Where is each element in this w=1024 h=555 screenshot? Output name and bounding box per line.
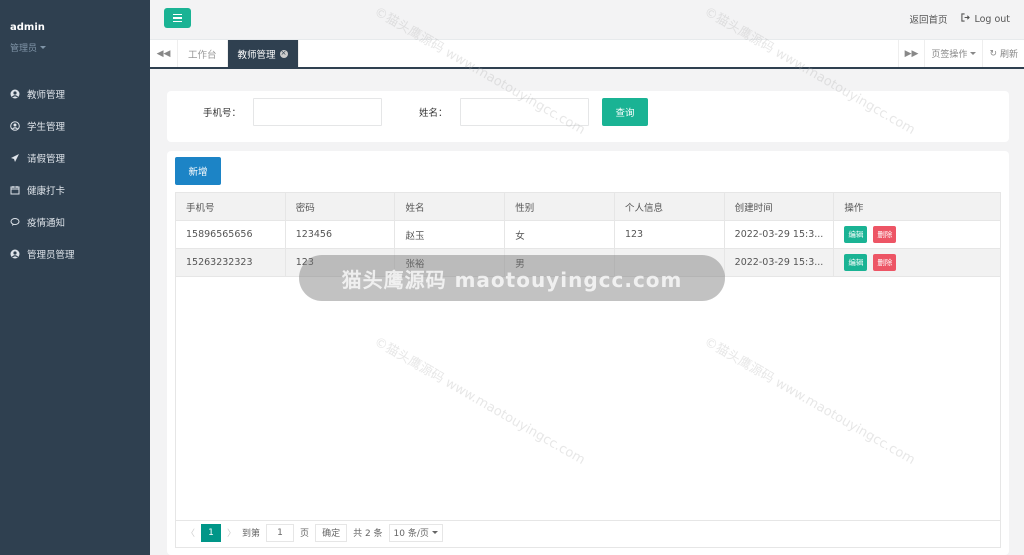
user-role-label: 管理员	[10, 44, 38, 54]
caret-down-icon	[40, 46, 47, 49]
query-button[interactable]: 查询	[602, 98, 648, 126]
current-page[interactable]: 1	[201, 523, 222, 542]
table-panel: 新增 手机号 密码 姓名 性别 个人信息 创建时间 操作 15896565656…	[167, 151, 1009, 555]
calendar-icon	[10, 185, 20, 195]
sidebar-item-label: 健康打卡	[27, 186, 66, 197]
column-header: 密码	[286, 193, 396, 220]
page-ops-dropdown[interactable]: 页签操作	[924, 40, 982, 67]
user-name: admin	[10, 22, 45, 33]
goto-confirm-button[interactable]: 确定	[315, 523, 348, 542]
watermark-banner: 猫头鹰源码 maotouyingcc.com	[299, 255, 725, 301]
column-header: 手机号	[176, 193, 286, 220]
goto-page-input[interactable]: 1	[266, 523, 295, 542]
sidebar-item-label: 教师管理	[27, 90, 66, 101]
cell-phone: 15263232323	[176, 249, 286, 276]
page-unit-label: 页	[300, 529, 310, 539]
pagination: 〈 1 〉 到第 1 页 确定 共 2 条 10 条/页	[175, 518, 1001, 548]
chevron-down-icon	[431, 531, 438, 534]
column-header: 姓名	[395, 193, 506, 220]
home-link[interactable]: 返回首页	[909, 12, 947, 26]
refresh-button[interactable]: ↻ 刷新	[982, 40, 1024, 67]
send-icon	[10, 153, 20, 163]
tab-bar: ◀◀ 工作台 教师管理 × ▶▶ 页签操作 ↻ 刷新	[150, 40, 1024, 69]
sidebar-item-teacher[interactable]: 教师管理	[0, 78, 150, 110]
column-header: 创建时间	[725, 193, 835, 220]
sidebar-item-health[interactable]: 健康打卡	[0, 174, 150, 206]
data-table: 手机号 密码 姓名 性别 个人信息 创建时间 操作 15896565656 12…	[175, 192, 1001, 521]
column-header: 性别	[505, 193, 615, 220]
user-circle-icon	[10, 249, 20, 259]
tab-label: 教师管理	[237, 49, 276, 61]
user-profile: admin 管理员	[0, 0, 150, 78]
cell-created: 2022-03-29 15:3...	[725, 221, 835, 248]
add-button[interactable]: 新增	[175, 157, 221, 185]
cell-name: 赵玉	[395, 221, 506, 248]
phone-label: 手机号：	[203, 108, 242, 119]
edit-button[interactable]: 编辑	[844, 254, 868, 271]
top-bar: 返回首页 Log out	[150, 0, 1024, 40]
caret-down-icon	[970, 52, 977, 55]
cell-actions: 编辑 删除	[834, 221, 1000, 248]
table-header: 手机号 密码 姓名 性别 个人信息 创建时间 操作	[176, 193, 1000, 221]
user-role-dropdown[interactable]: 管理员	[10, 41, 140, 54]
sidebar-item-leave[interactable]: 请假管理	[0, 142, 150, 174]
close-icon[interactable]: ×	[279, 49, 288, 58]
comment-icon	[10, 217, 20, 227]
tab-actions: ▶▶ 页签操作 ↻ 刷新	[897, 40, 1024, 67]
page-size-select[interactable]: 10 条/页	[388, 523, 443, 542]
cell-password: 123456	[286, 221, 396, 248]
sidebar-item-notice[interactable]: 疫情通知	[0, 206, 150, 238]
hamburger-icon	[173, 13, 182, 16]
next-page-icon[interactable]: 〉	[227, 526, 236, 539]
table-row[interactable]: 15896565656 123456 赵玉 女 123 2022-03-29 1…	[176, 221, 1000, 249]
total-count: 共 2 条	[353, 529, 383, 539]
sidebar-item-admin[interactable]: 管理员管理	[0, 238, 150, 270]
sidebar-item-label: 疫情通知	[27, 218, 66, 229]
search-panel: 手机号： 姓名： 查询	[167, 91, 1009, 142]
backward-icon: ◀◀	[156, 48, 171, 59]
cell-created: 2022-03-29 15:3...	[725, 249, 835, 276]
delete-button[interactable]: 删除	[873, 226, 897, 243]
goto-label: 到第	[242, 529, 261, 539]
name-label: 姓名：	[419, 108, 448, 119]
delete-button[interactable]: 删除	[873, 254, 897, 271]
tabs: 工作台 教师管理 ×	[178, 40, 299, 67]
logout-label: Log out	[974, 13, 1010, 25]
edit-button[interactable]: 编辑	[844, 226, 868, 243]
sidebar-item-label: 学生管理	[27, 122, 66, 133]
phone-input[interactable]	[253, 98, 382, 126]
tab-scroll-left-button[interactable]: ◀◀	[150, 40, 178, 67]
page-ops-label: 页签操作	[931, 50, 968, 60]
sidebar-item-student[interactable]: 学生管理	[0, 110, 150, 142]
page-size-value: 10 条/页	[393, 529, 429, 539]
prev-page-icon[interactable]: 〈	[186, 526, 195, 539]
name-input[interactable]	[460, 98, 589, 126]
tab-workbench[interactable]: 工作台	[178, 40, 228, 67]
logout-link[interactable]: Log out	[961, 13, 1010, 25]
refresh-icon: ↻	[989, 48, 997, 59]
cell-gender: 女	[505, 221, 615, 248]
cell-actions: 编辑 删除	[834, 249, 1000, 276]
user-circle-icon	[10, 89, 20, 99]
column-header: 操作	[844, 202, 864, 214]
sign-out-icon	[961, 13, 971, 25]
tab-teacher-management[interactable]: 教师管理 ×	[227, 40, 299, 67]
forward-icon: ▶▶	[904, 48, 919, 59]
sidebar-item-label: 请假管理	[27, 154, 66, 165]
sidebar: admin 管理员 教师管理 学生管理 请假管理 健康打卡 疫情通知 管理员管理	[0, 0, 150, 555]
cell-phone: 15896565656	[176, 221, 286, 248]
cell-info: 123	[615, 221, 725, 248]
refresh-label: 刷新	[999, 50, 1018, 60]
top-right-links: 返回首页 Log out	[909, 12, 1010, 26]
user-icon	[10, 121, 20, 131]
tab-scroll-right-button[interactable]: ▶▶	[897, 40, 925, 67]
sidebar-item-label: 管理员管理	[27, 250, 75, 261]
menu-toggle-button[interactable]	[164, 8, 191, 28]
tab-label: 工作台	[188, 49, 217, 61]
column-header: 个人信息	[615, 193, 725, 220]
